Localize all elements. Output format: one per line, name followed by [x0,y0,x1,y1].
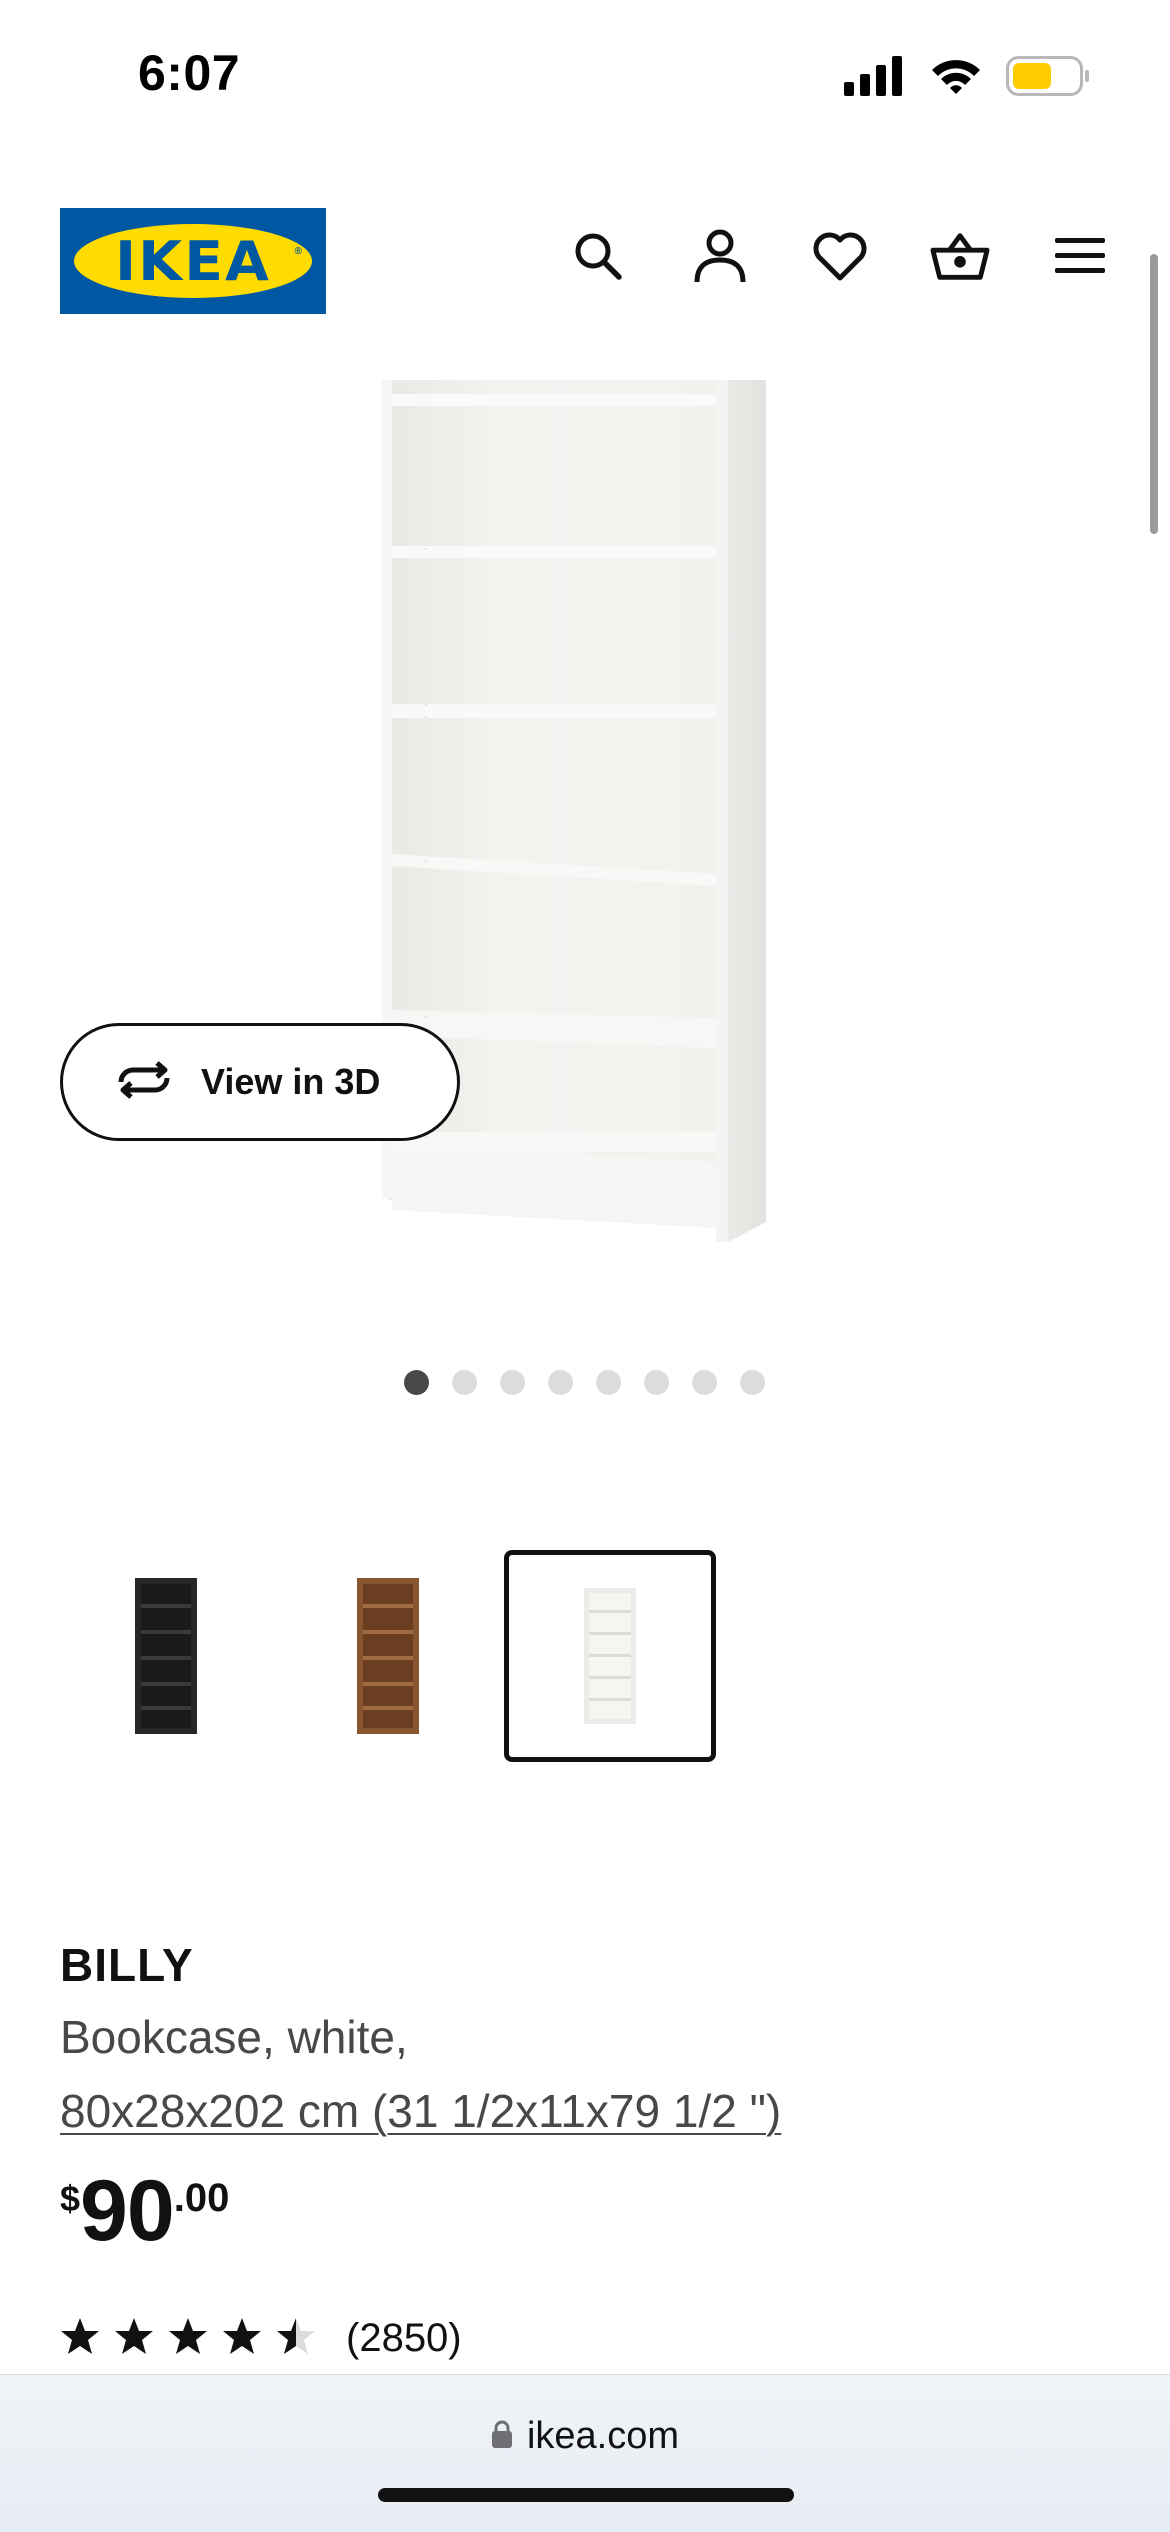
carousel-dot[interactable] [644,1370,669,1395]
star-full-icon [168,2317,208,2360]
status-icons [844,56,1090,101]
product-dimensions-link[interactable]: 80x28x202 cm (31 1/2x11x79 1/2 ") [60,2084,781,2138]
carousel-dot[interactable] [596,1370,621,1395]
account-icon[interactable] [690,226,750,286]
price-currency: $ [60,2178,81,2219]
ikea-logo[interactable]: IKEA ® [60,208,326,314]
carousel-dot[interactable] [500,1370,525,1395]
price-integer: 90 [80,2163,175,2259]
browser-address-bar[interactable]: ikea.com [0,2374,1170,2532]
rotate-arrows-icon [113,1060,175,1105]
url-text: ikea.com [526,2415,680,2457]
favorites-heart-icon[interactable] [810,226,870,286]
url-field[interactable]: ikea.com [0,2415,1170,2458]
rating-count: (2850) [346,2316,462,2360]
cellular-signal-icon [844,56,906,101]
home-indicator[interactable] [378,2488,794,2502]
view-in-3d-label: View in 3D [201,1061,381,1102]
page-scrollbar[interactable] [1150,254,1158,534]
star-full-icon [60,2317,100,2360]
site-header: IKEA ® [0,200,1170,320]
product-rating[interactable]: (2850) [60,2316,462,2361]
color-variant-list [60,1550,860,1762]
product-price: $ 90 .00 [60,2168,229,2254]
carousel-dot[interactable] [740,1370,765,1395]
product-description: Bookcase, white, [60,2011,408,2063]
view-in-3d-button[interactable]: View in 3D [60,1023,460,1141]
logo-text: IKEA [114,229,272,293]
price-decimal: .00 [173,2176,230,2220]
star-half-icon [276,2317,316,2360]
product-name: BILLY [60,1939,194,1991]
wifi-icon [930,56,982,101]
shopping-basket-icon[interactable] [930,226,990,286]
variant-black[interactable] [60,1550,272,1762]
variant-brown[interactable] [282,1550,494,1762]
lock-icon [491,2419,513,2454]
carousel-dot[interactable] [404,1370,429,1395]
rating-stars [60,2317,316,2360]
carousel-dot[interactable] [452,1370,477,1395]
menu-icon[interactable] [1050,226,1110,286]
star-full-icon [114,2317,154,2360]
battery-icon [1006,56,1090,101]
star-full-icon [222,2317,262,2360]
image-carousel-dots[interactable] [404,1370,765,1395]
carousel-dot[interactable] [548,1370,573,1395]
status-time: 6:07 [138,45,241,101]
search-icon[interactable] [568,226,628,286]
logo-registered-mark: ® [294,246,302,257]
variant-white-selected[interactable] [504,1550,716,1762]
status-bar: 6:07 [0,0,1170,150]
carousel-dot[interactable] [692,1370,717,1395]
